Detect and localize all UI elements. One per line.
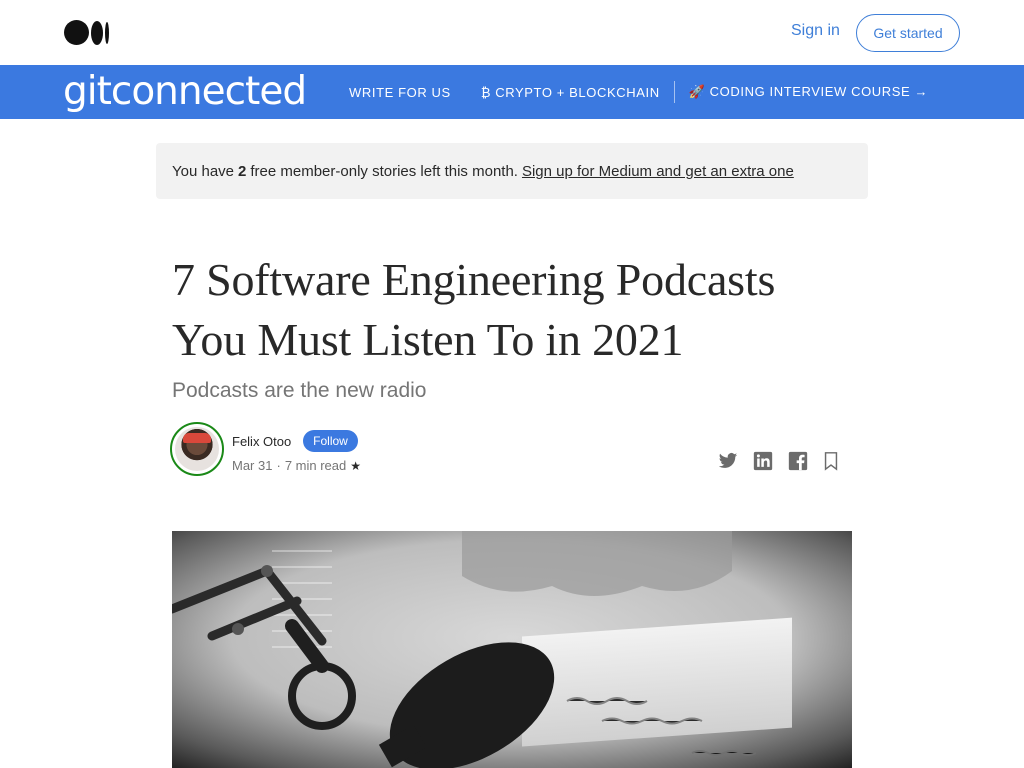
publication-nav: WRITE FOR US ₿ CRYPTO + BLOCKCHAIN 🚀 COD…	[349, 65, 928, 119]
publish-date: Mar 31	[232, 458, 273, 473]
banner-count: 2	[238, 162, 247, 180]
banner-signup-link[interactable]: Sign up for Medium and get an extra one	[522, 163, 794, 180]
medium-logo-bar	[105, 21, 109, 44]
nav-coding-interview-course[interactable]: 🚀 CODING INTERVIEW COURSE →	[689, 84, 928, 100]
nav-write-for-us[interactable]: WRITE FOR US	[349, 85, 451, 100]
publication-bar: gitconnected WRITE FOR US ₿ CRYPTO + BLO…	[0, 65, 1024, 119]
medium-logo-circle	[64, 20, 89, 45]
nav-divider	[673, 81, 675, 103]
read-time: 7 min read	[284, 458, 347, 473]
article-title-line-1: 7 Software Engineering Podcasts	[172, 254, 776, 305]
article-subtitle: Podcasts are the new radio	[172, 379, 427, 402]
get-started-button[interactable]: Get started	[856, 14, 960, 52]
bookmark-icon[interactable]	[822, 451, 844, 471]
nav-crypto-blockchain[interactable]: ₿ CRYPTO + BLOCKCHAIN	[481, 85, 660, 100]
linkedin-icon[interactable]	[753, 451, 775, 471]
author-name[interactable]: Felix Otoo	[232, 434, 291, 449]
top-navigation-bar: Sign in Get started	[0, 0, 1024, 65]
banner-suffix: free member-only stories left this month…	[250, 162, 518, 180]
article-hero-image	[172, 531, 852, 768]
article-title-line-2: You Must Listen To in 2021	[172, 314, 684, 365]
podcast-microphone-photo	[172, 531, 852, 768]
twitter-icon[interactable]	[717, 451, 739, 471]
author-avatar-image	[175, 427, 219, 471]
member-stories-banner: You have 2 free member-only stories left…	[156, 143, 868, 199]
facebook-icon[interactable]	[788, 451, 810, 471]
follow-button[interactable]: Follow	[303, 430, 358, 452]
author-avatar[interactable]	[170, 422, 224, 476]
medium-logo[interactable]	[64, 20, 110, 45]
medium-logo-ellipse	[91, 20, 103, 45]
sign-in-link[interactable]: Sign in	[791, 22, 840, 40]
article-title: 7 Software Engineering Podcasts You Must…	[172, 250, 852, 370]
banner-prefix: You have	[172, 162, 235, 180]
meta-dot: ·	[276, 458, 281, 473]
member-only-star-icon: ★	[350, 458, 361, 473]
article-meta: Mar 31 · 7 min read ★	[232, 458, 361, 473]
publication-logo[interactable]: gitconnected	[63, 68, 307, 116]
